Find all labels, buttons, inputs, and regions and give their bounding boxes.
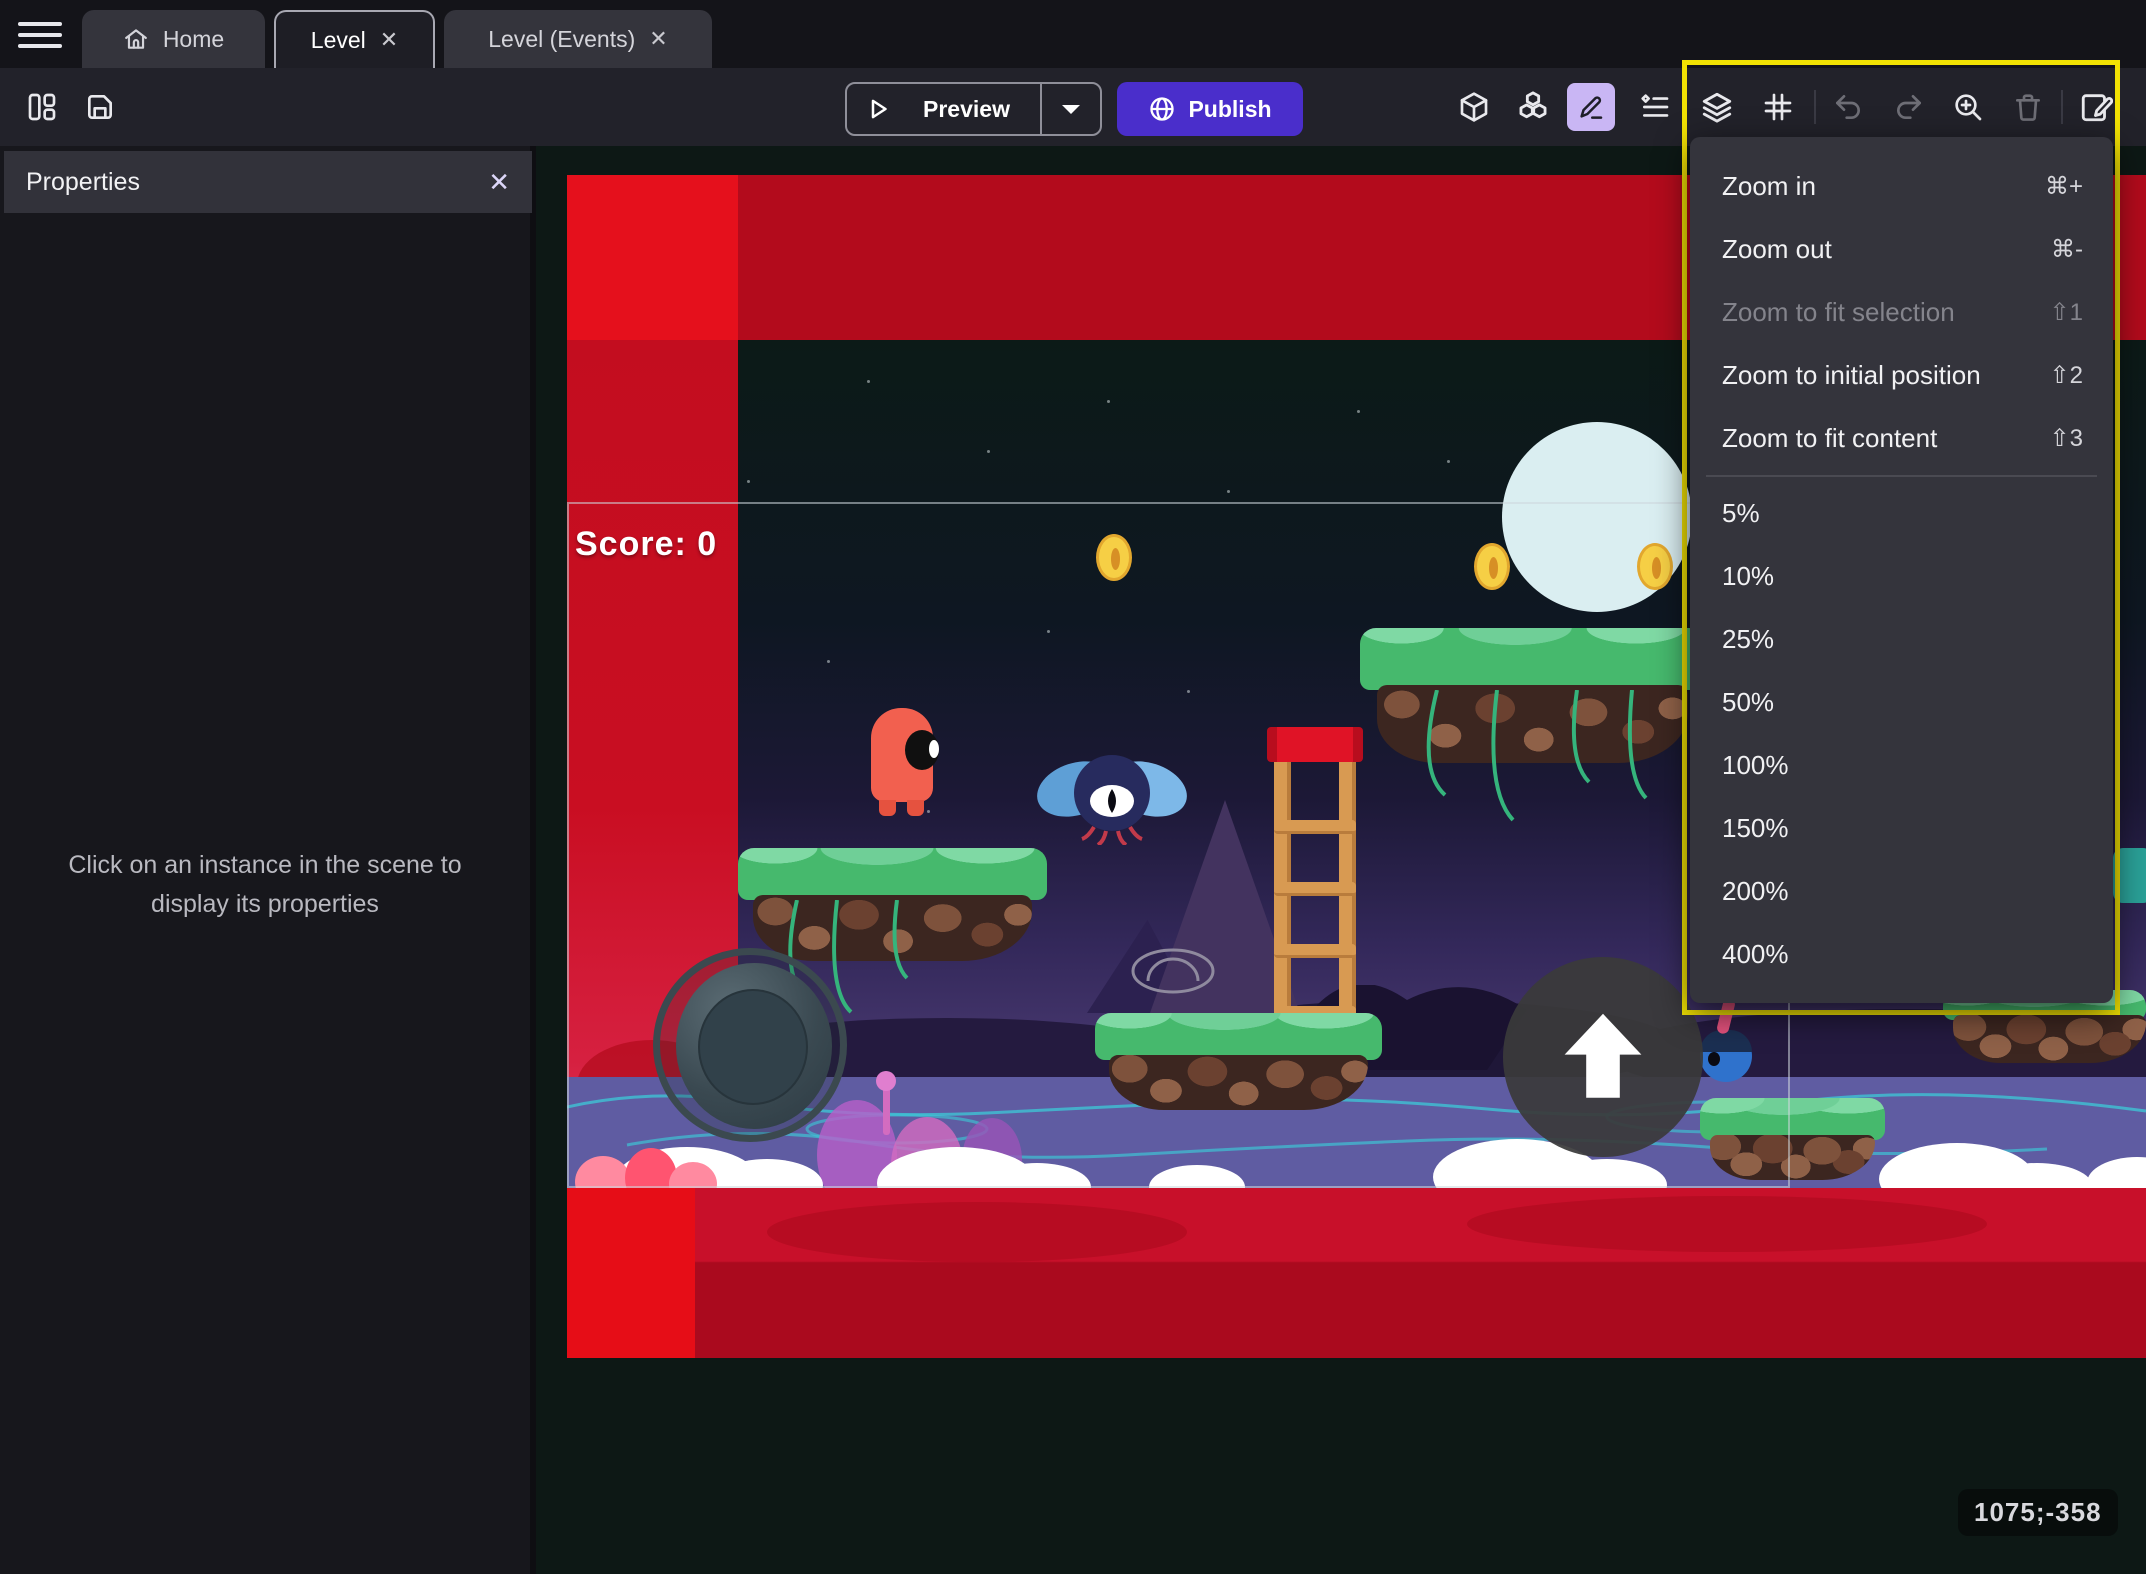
tab-label: Home	[162, 25, 225, 52]
menu-divider	[1706, 475, 2097, 477]
red-band-bottom[interactable]	[567, 1188, 2146, 1358]
red-band-bottom-left	[567, 1188, 695, 1358]
home-icon	[124, 29, 147, 49]
close-tab-icon[interactable]: ✕	[380, 27, 398, 53]
play-icon	[871, 99, 887, 119]
red-band-overlap[interactable]	[567, 175, 738, 340]
tab-level-events[interactable]: Level (Events) ✕	[444, 10, 712, 68]
layout-panels-icon[interactable]	[18, 83, 66, 131]
properties-title: Properties	[26, 167, 140, 196]
joystick-control-instance[interactable]	[653, 948, 847, 1142]
tab-label: Level (Events)	[488, 25, 636, 52]
properties-panel: Properties ✕ Click on an instance in the…	[0, 146, 536, 1574]
hamburger-menu-icon[interactable]	[18, 22, 62, 48]
cursor-coordinates-badge: 1075;-358	[1958, 1489, 2118, 1536]
edit-mode-pencil-icon[interactable]	[1567, 83, 1615, 131]
preview-button[interactable]: Preview	[845, 82, 1102, 136]
globe-icon	[1150, 97, 1175, 121]
tab-home[interactable]: Home	[82, 10, 265, 68]
jump-button-instance[interactable]	[1503, 957, 1703, 1157]
publish-label: Publish	[1188, 95, 1272, 122]
menu-item-zoom-150[interactable]: 150%	[1690, 797, 2113, 860]
objects-cube-icon[interactable]	[1450, 83, 1498, 131]
preview-dropdown-caret[interactable]	[1042, 102, 1100, 116]
menu-item-zoom-in[interactable]: Zoom in ⌘+	[1690, 155, 2113, 218]
menu-item-zoom-200[interactable]: 200%	[1690, 860, 2113, 923]
menu-item-zoom-10[interactable]: 10%	[1690, 545, 2113, 608]
arrow-up-icon	[1564, 1013, 1642, 1098]
menu-item-zoom-25[interactable]: 25%	[1690, 608, 2113, 671]
properties-panel-header: Properties ✕	[4, 151, 532, 213]
instances-list-icon[interactable]	[1631, 83, 1679, 131]
score-hud-text: Score: 0	[575, 525, 718, 563]
close-tab-icon[interactable]: ✕	[649, 26, 667, 52]
menu-item-zoom-5[interactable]: 5%	[1690, 482, 2113, 545]
chevron-down-icon	[1062, 105, 1080, 114]
zoom-dropdown-menu: Zoom in ⌘+ Zoom out ⌘- Zoom to fit selec…	[1690, 137, 2113, 1003]
menu-item-zoom-100[interactable]: 100%	[1690, 734, 2113, 797]
menu-item-zoom-50[interactable]: 50%	[1690, 671, 2113, 734]
tab-label: Level	[310, 26, 366, 53]
menu-item-zoom-fit-selection: Zoom to fit selection ⇧1	[1722, 297, 2083, 327]
menu-item-zoom-400[interactable]: 400%	[1690, 923, 2113, 986]
preview-label: Preview	[923, 95, 1010, 122]
menu-item-zoom-fit-content[interactable]: Zoom to fit content ⇧3	[1690, 407, 2113, 470]
tab-bar: Home Level ✕ Level (Events) ✕	[0, 0, 2146, 68]
close-panel-icon[interactable]: ✕	[488, 167, 510, 198]
object-groups-icon[interactable]	[1509, 83, 1557, 131]
menu-item-zoom-initial-position[interactable]: Zoom to initial position ⇧2	[1690, 344, 2113, 407]
properties-empty-hint: Click on an instance in the scene to dis…	[68, 851, 462, 918]
menu-item-zoom-out[interactable]: Zoom out ⌘-	[1690, 218, 2113, 281]
tab-level-active[interactable]: Level ✕	[274, 10, 435, 68]
save-icon[interactable]	[76, 83, 124, 131]
publish-button[interactable]: Publish	[1117, 82, 1303, 136]
platform-dirt	[1953, 1015, 2146, 1063]
